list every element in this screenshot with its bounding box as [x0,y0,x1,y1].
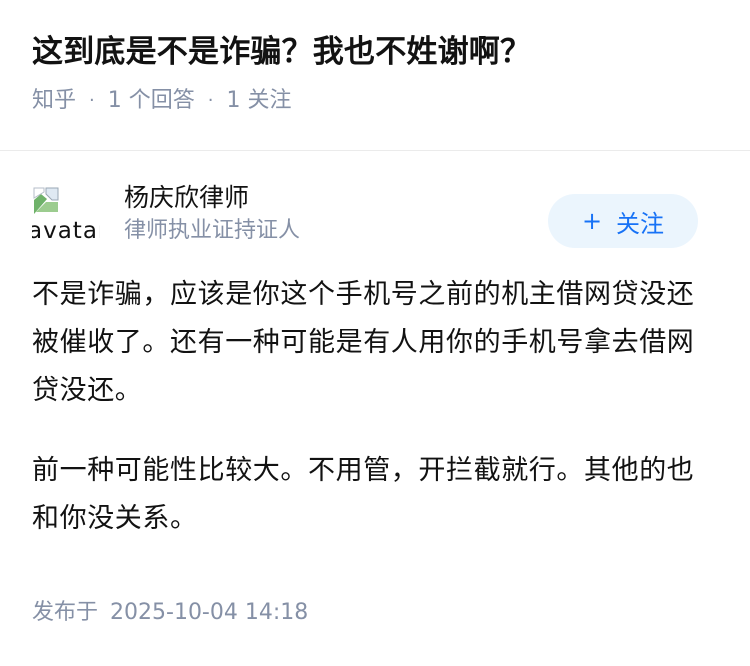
broken-image-icon [33,187,59,214]
meta-separator: · [207,90,214,111]
author-name[interactable]: 杨庆欣律师 [124,180,300,216]
answer-item: avatar 杨庆欣律师 律师执业证持证人 + 关注 不是诈骗，应该是你这个手机… [0,151,750,543]
avatar-alt-text: avatar [32,218,100,244]
meta-separator: · [89,90,95,111]
time-value: 2025-10-04 14:18 [110,600,309,625]
question-meta: 知乎 · 1 个回答 · 1 关注 [32,86,718,116]
author-row: avatar 杨庆欣律师 律师执业证持证人 + 关注 [32,151,718,251]
answer-paragraph: 前一种可能性比较大。不用管，开拦截就行。其他的也和你没关系。 [32,455,695,534]
follow-button-label: 关注 [616,209,665,238]
question-header: 这到底是不是诈骗？我也不姓谢啊？ 知乎 · 1 个回答 · 1 关注 [0,0,750,120]
time-label: 发布于 [32,600,99,625]
question-title[interactable]: 这到底是不是诈骗？我也不姓谢啊？ [32,30,718,74]
answer-count: 1 个回答 [107,88,195,113]
source-label[interactable]: 知乎 [32,86,76,116]
follower-count: 1 关注 [226,88,292,113]
author-headline: 律师执业证持证人 [124,218,301,243]
avatar[interactable]: avatar [32,184,100,252]
answer-paragraph: 不是诈骗，应该是你这个手机号之前的机主借网贷没还被催收了。还有一种可能是有人用你… [32,279,695,406]
answer-content: 不是诈骗，应该是你这个手机号之前的机主借网贷没还被催收了。还有一种可能是有人用你… [32,271,718,543]
plus-icon: + [581,207,603,235]
answer-time: 发布于 2025-10-04 14:18 [32,598,308,628]
author-info: 杨庆欣律师 律师执业证持证人 [124,180,300,251]
follow-button[interactable]: + 关注 [548,194,698,248]
